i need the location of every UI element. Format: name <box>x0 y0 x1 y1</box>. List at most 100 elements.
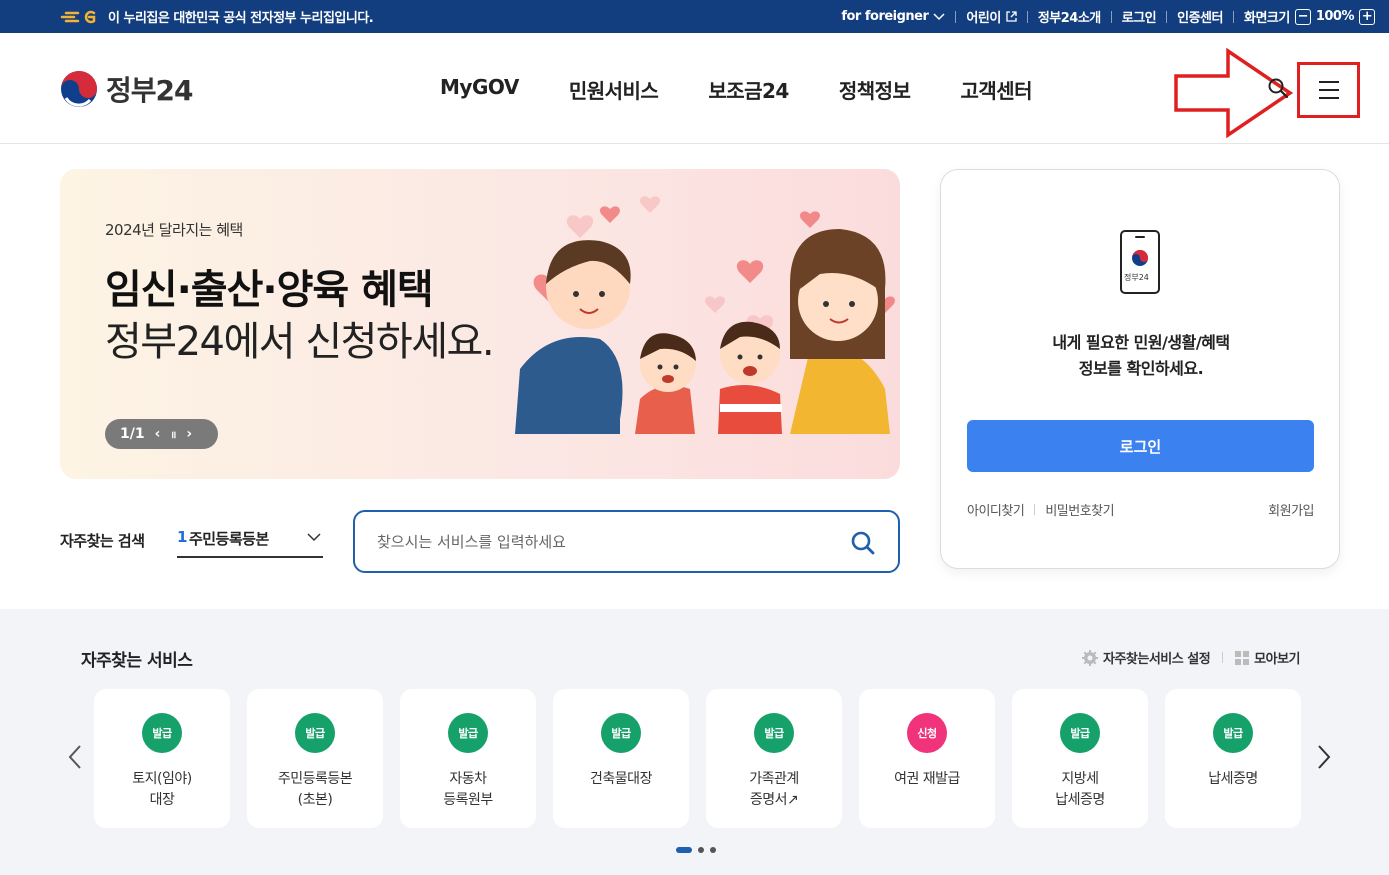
global-navigation: MyGOV 민원서비스 보조금24 정책정보 고객센터 <box>440 75 1033 104</box>
screen-size-label: 화면크기 <box>1243 11 1290 26</box>
view-all-label: 모아보기 <box>1254 652 1300 667</box>
view-all-button[interactable]: 모아보기 <box>1235 648 1300 667</box>
family-illustration <box>515 196 895 434</box>
chevron-right-icon[interactable] <box>1315 744 1333 770</box>
service-search-input[interactable] <box>377 532 817 551</box>
login-message: 내게 필요한 민원/생활/혜택 정보를 확인하세요. <box>941 330 1341 382</box>
carousel-dot[interactable] <box>698 847 704 853</box>
top-login-label: 로그인 <box>1121 11 1157 26</box>
frequent-search-rank: 1 <box>177 528 187 546</box>
service-card[interactable]: 발급 주민등록등본 (초본) <box>247 689 383 828</box>
service-name: 자동차 등록원부 <box>443 771 493 808</box>
service-type-badge: 발급 <box>1213 713 1253 753</box>
for-foreigner-link[interactable]: for foreigner <box>841 9 945 24</box>
banner-subtitle: 2024년 달라지는 혜택 <box>105 221 243 239</box>
phone-label: 정부24 <box>1124 273 1149 282</box>
service-name: 납세증명 <box>1208 771 1258 787</box>
main-header: 정부24 MyGOV 민원서비스 보조금24 정책정보 고객센터 <box>0 33 1389 144</box>
search-icon[interactable] <box>850 530 876 556</box>
cert-center-label: 인증센터 <box>1177 11 1223 26</box>
gov24-phone-icon <box>1120 230 1160 294</box>
nav-policy-info[interactable]: 정책정보 <box>839 75 911 104</box>
find-password-link[interactable]: 비밀번호찾기 <box>1045 500 1114 519</box>
frequent-services-section: 자주찾는 서비스 자주찾는서비스 설정 모아보기 발급 토지(임야) 대장 발급 주민… <box>0 609 1389 875</box>
search-icon[interactable] <box>1266 76 1290 100</box>
frequent-services-title: 자주찾는 서비스 <box>81 651 193 671</box>
kids-label: 어린이 <box>966 11 1001 26</box>
external-link-icon <box>1006 11 1017 22</box>
logo-text: 정부24 <box>106 74 193 107</box>
login-button[interactable]: 로그인 <box>967 420 1314 472</box>
official-notice: 이 누리집은 대한민국 공식 전자정부 누리집입니다. <box>60 0 374 33</box>
service-type-badge: 발급 <box>1060 713 1100 753</box>
service-type-badge: 발급 <box>142 713 182 753</box>
banner-title: 임신·출산·양육 혜택 <box>105 267 434 313</box>
chevron-down-icon <box>933 12 945 20</box>
main-banner[interactable]: 2024년 달라지는 혜택 임신·출산·양육 혜택 정부24에서 신청하세요. … <box>60 169 900 479</box>
service-card[interactable]: 발급납세증명 <box>1165 689 1301 828</box>
service-name: 주민등록등본 (초본) <box>277 771 353 808</box>
service-name: 여권 재발급 <box>894 771 960 787</box>
screen-size-control: 화면크기 − 100% + <box>1244 7 1375 26</box>
egov-logo-icon <box>60 10 96 23</box>
official-notice-text: 이 누리집은 대한민국 공식 전자정부 누리집입니다. <box>108 11 374 26</box>
join-link[interactable]: 회원가입 <box>1268 500 1314 519</box>
divider <box>1034 504 1036 515</box>
top-login-link[interactable]: 로그인 <box>1121 7 1157 26</box>
service-card[interactable]: 신청 여권 재발급 <box>859 689 995 828</box>
chevron-left-icon[interactable] <box>66 744 84 770</box>
services-tools: 자주찾는서비스 설정 모아보기 <box>1081 648 1300 667</box>
login-message-line2: 정보를 확인하세요. <box>1078 359 1204 378</box>
nav-civil-service[interactable]: 민원서비스 <box>569 75 659 104</box>
service-card[interactable]: 발급 건축물대장 <box>553 689 689 828</box>
hamburger-icon <box>1318 81 1339 99</box>
service-type-badge: 발급 <box>448 713 488 753</box>
zoom-level: 100% <box>1315 9 1355 24</box>
services-settings-button[interactable]: 자주찾는서비스 설정 <box>1081 648 1211 667</box>
service-card[interactable]: 발급토지(임야) 대장 <box>94 689 230 828</box>
banner-page-indicator: 1/1 <box>120 426 145 442</box>
for-foreigner-label: for foreigner <box>841 9 929 24</box>
service-name: 토지(임야) 대장 <box>132 771 192 808</box>
frequent-search-dropdown[interactable]: 1 주민등록등본 <box>177 528 323 558</box>
chevron-down-icon <box>307 533 321 542</box>
nav-subsidy24[interactable]: 보조금24 <box>708 75 789 104</box>
service-card[interactable]: 발급지방세 납세증명 <box>1012 689 1148 828</box>
nav-mygov[interactable]: MyGOV <box>440 75 519 104</box>
zoom-out-button[interactable]: − <box>1294 8 1311 25</box>
gear-icon <box>1081 649 1098 666</box>
grid-icon <box>1235 650 1250 665</box>
banner-pause-button[interactable]: ॥ <box>170 427 176 441</box>
login-message-line1: 내게 필요한 민원/생활/혜택 <box>1052 333 1230 352</box>
banner-next-button[interactable]: › <box>186 426 192 442</box>
service-card[interactable]: 발급자동차 등록원부 <box>400 689 536 828</box>
service-name: 지방세 납세증명 <box>1055 771 1105 808</box>
about-link[interactable]: 정부24소개 <box>1038 7 1101 26</box>
divider <box>1232 10 1234 23</box>
divider <box>1110 10 1112 23</box>
nav-customer-center[interactable]: 고객센터 <box>960 75 1032 104</box>
about-label: 정부24소개 <box>1037 11 1101 26</box>
site-logo[interactable]: 정부24 <box>60 69 193 109</box>
kids-link[interactable]: 어린이 <box>966 7 1017 26</box>
banner-prev-button[interactable]: ‹ <box>155 426 161 442</box>
cert-center-link[interactable]: 인증센터 <box>1177 7 1223 26</box>
carousel-dot[interactable] <box>710 847 716 853</box>
divider <box>955 10 957 23</box>
carousel-dot[interactable] <box>676 847 692 853</box>
service-type-badge: 발급 <box>754 713 794 753</box>
service-card[interactable]: 발급 가족관계 증명서↗ <box>706 689 842 828</box>
utility-links: for foreigner 어린이 정부24소개 로그인 인증센터 화면크기 −… <box>841 0 1375 33</box>
banner-title-line2: 정부24에서 신청하세요. <box>105 319 495 365</box>
account-links: 아이디찾기 비밀번호찾기 회원가입 <box>967 500 1314 519</box>
banner-pager: 1/1 ‹ ॥ › <box>105 419 218 449</box>
hamburger-menu-button[interactable] <box>1297 62 1360 118</box>
taegeuk-emblem-icon <box>61 71 97 107</box>
services-settings-label: 자주찾는서비스 설정 <box>1102 652 1211 667</box>
zoom-in-button[interactable]: + <box>1359 8 1375 25</box>
divider <box>1222 652 1224 663</box>
find-id-link[interactable]: 아이디찾기 <box>967 500 1025 519</box>
frequent-search-value: 주민등록등본 <box>188 530 269 548</box>
login-panel: 정부24 내게 필요한 민원/생활/혜택 정보를 확인하세요. 로그인 아이디찾… <box>940 169 1340 569</box>
divider <box>1166 10 1168 23</box>
